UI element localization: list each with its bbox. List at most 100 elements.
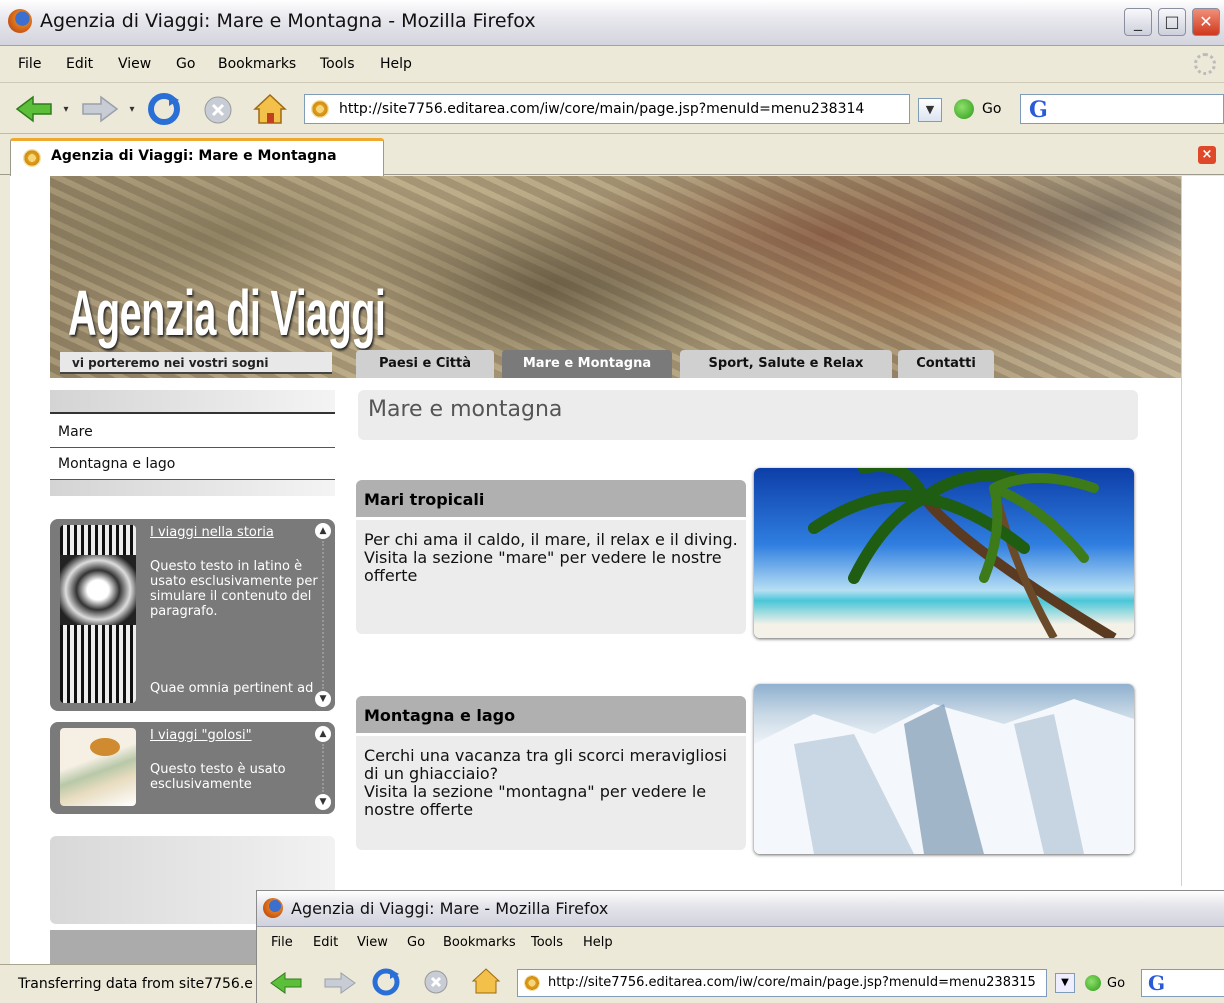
forward-arrow-icon[interactable]	[323, 971, 357, 995]
reload-icon	[148, 93, 180, 125]
status-bar: Transferring data from site7756.e	[0, 964, 260, 1003]
back-arrow-icon	[15, 95, 52, 123]
tab-favicon-icon	[23, 149, 41, 167]
page-scroll-edge	[1181, 176, 1182, 886]
reload-button[interactable]	[146, 92, 182, 126]
home-icon[interactable]	[471, 967, 501, 995]
go-label: Go	[1107, 975, 1126, 991]
card-title[interactable]: Mari tropicali	[356, 480, 746, 520]
google-search-icon: G	[1029, 97, 1048, 123]
second-url-text: http://site7756.editarea.com/iw/core/mai…	[548, 975, 1036, 990]
card-mari-tropicali: Mari tropicali Per chi ama il caldo, il …	[356, 480, 746, 634]
url-bar[interactable]: http://site7756.editarea.com/iw/core/mai…	[304, 94, 910, 124]
second-window-title: Agenzia di Viaggi: Mare - Mozilla Firefo…	[291, 899, 609, 918]
tab-label: Agenzia di Viaggi: Mare e Montagna	[51, 148, 337, 164]
menu-help[interactable]: Help	[380, 56, 412, 72]
throbber-icon	[1194, 53, 1216, 75]
photo-tropical-beach[interactable]	[754, 468, 1134, 638]
site-favicon-icon	[311, 100, 329, 118]
stop-button[interactable]	[202, 94, 234, 126]
menu-view[interactable]: View	[357, 935, 388, 950]
url-dropdown-button[interactable]: ▼	[918, 98, 942, 122]
side-menu-footer	[50, 480, 335, 496]
back-arrow-icon[interactable]	[269, 971, 303, 995]
browser-window: Agenzia di Viaggi: Mare e Montagna - Moz…	[0, 0, 1224, 1003]
tab-sport-salute-relax[interactable]: Sport, Salute e Relax	[680, 350, 892, 378]
scroll-down-icon[interactable]: ▼	[315, 794, 331, 810]
go-button[interactable]: Go	[954, 99, 1001, 119]
maximize-button[interactable]: □	[1158, 8, 1186, 36]
card-title[interactable]: Montagna e lago	[356, 696, 746, 736]
side-menu-header	[50, 390, 335, 414]
second-url-bar[interactable]: http://site7756.editarea.com/iw/core/mai…	[517, 969, 1047, 997]
go-label: Go	[982, 101, 1002, 117]
menu-bar: File Edit View Go Bookmarks Tools Help	[0, 47, 1224, 83]
go-icon	[954, 99, 974, 119]
menu-go[interactable]: Go	[176, 56, 195, 72]
search-box[interactable]: G	[1141, 969, 1224, 997]
forward-dropdown-icon[interactable]: ▾	[126, 102, 138, 116]
menu-bookmarks[interactable]: Bookmarks	[218, 56, 296, 72]
scroll-up-icon[interactable]: ▲	[315, 726, 331, 742]
stop-icon[interactable]	[423, 969, 449, 995]
menu-file[interactable]: File	[18, 56, 41, 72]
title-bar: Agenzia di Viaggi: Mare e Montagna - Moz…	[0, 0, 1224, 46]
news-text-storia: Questo testo in latino è usato esclusiva…	[150, 559, 318, 619]
stop-icon	[204, 96, 232, 124]
forward-button[interactable]	[80, 94, 120, 124]
menu-tools[interactable]: Tools	[320, 56, 355, 72]
site-slogan: vi porteremo nei vostri sogni	[60, 352, 332, 374]
home-icon	[253, 93, 287, 124]
side-menu-item-montagna[interactable]: Montagna e lago	[50, 448, 335, 480]
url-dropdown-button[interactable]: ▼	[1055, 973, 1075, 993]
news-scrollbar[interactable]: ▲ ▼	[315, 523, 331, 707]
news-thumbnail-column	[60, 525, 136, 703]
menu-help[interactable]: Help	[583, 935, 613, 950]
mountain-icon	[754, 699, 1134, 854]
search-box[interactable]: G	[1020, 94, 1224, 124]
site-favicon-icon	[524, 975, 540, 991]
back-button[interactable]	[14, 94, 54, 124]
menu-go[interactable]: Go	[407, 935, 425, 950]
card-montagna-e-lago: Montagna e lago Cerchi una vacanza tra g…	[356, 696, 746, 850]
side-menu-item-mare[interactable]: Mare	[50, 416, 335, 448]
news-text-storia-2: Quae omnia pertinent ad	[150, 681, 314, 696]
news-box-golosi: I viaggi "golosi" Questo testo è usato e…	[50, 722, 335, 814]
url-text: http://site7756.editarea.com/iw/core/mai…	[339, 101, 865, 117]
back-dropdown-icon[interactable]: ▾	[60, 102, 72, 116]
minimize-button[interactable]: _	[1124, 8, 1152, 36]
firefox-icon	[8, 9, 32, 33]
scroll-down-icon[interactable]: ▼	[315, 691, 331, 707]
window-title: Agenzia di Viaggi: Mare e Montagna - Moz…	[40, 10, 536, 32]
menu-file[interactable]: File	[271, 935, 293, 950]
scroll-up-icon[interactable]: ▲	[315, 523, 331, 539]
go-button[interactable]: Go	[1085, 975, 1125, 991]
reload-icon[interactable]	[371, 967, 401, 997]
tab-paesi-e-citta[interactable]: Paesi e Città	[356, 350, 494, 378]
google-search-icon: G	[1148, 971, 1166, 995]
card-body: Cerchi una vacanza tra gli scorci meravi…	[364, 746, 727, 819]
forward-arrow-icon	[82, 95, 119, 123]
news-thumbnail-food	[60, 728, 136, 806]
news-box-storia: I viaggi nella storia Questo testo in la…	[50, 519, 335, 711]
news-title-storia[interactable]: I viaggi nella storia	[150, 525, 274, 540]
second-browser-window[interactable]: Agenzia di Viaggi: Mare - Mozilla Firefo…	[256, 890, 1224, 1003]
news-scrollbar-2[interactable]: ▲ ▼	[315, 726, 331, 810]
photo-snowy-mountains[interactable]	[754, 684, 1134, 854]
menu-edit[interactable]: Edit	[313, 935, 338, 950]
tab-contatti[interactable]: Contatti	[898, 350, 994, 378]
menu-edit[interactable]: Edit	[66, 56, 93, 72]
close-tab-icon[interactable]: ×	[1198, 146, 1216, 164]
close-button[interactable]: ✕	[1192, 8, 1220, 36]
palm-tree-icon	[808, 468, 1117, 638]
menu-tools[interactable]: Tools	[531, 935, 563, 950]
home-button[interactable]	[252, 92, 288, 126]
menu-bookmarks[interactable]: Bookmarks	[443, 935, 516, 950]
menu-view[interactable]: View	[118, 56, 151, 72]
tab-active[interactable]: Agenzia di Viaggi: Mare e Montagna	[10, 138, 384, 176]
tab-mare-e-montagna[interactable]: Mare e Montagna	[502, 350, 672, 378]
card-body: Per chi ama il caldo, il mare, il relax …	[364, 530, 738, 585]
news-title-golosi[interactable]: I viaggi "golosi"	[150, 728, 252, 743]
site-logo[interactable]: Agenzia di Viaggi	[68, 276, 386, 350]
page-title: Mare e montagna	[358, 390, 1138, 440]
